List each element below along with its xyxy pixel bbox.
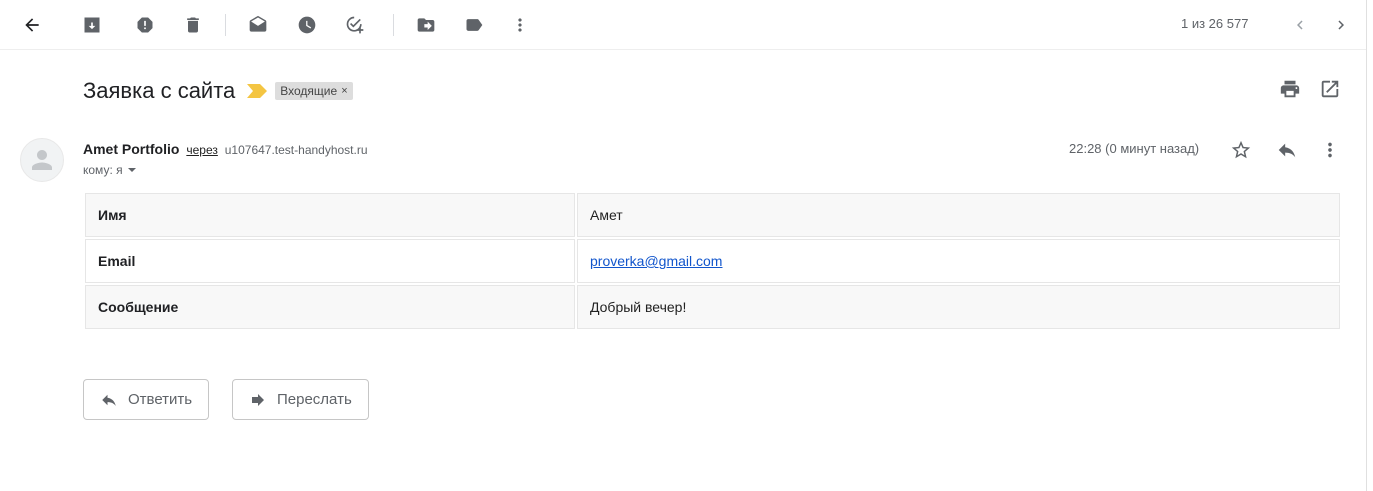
report-spam-icon — [137, 17, 153, 33]
reply-icon-button[interactable] — [1273, 136, 1301, 164]
more-vert-icon — [518, 18, 522, 32]
open-new-window-button[interactable] — [1319, 78, 1343, 102]
scroll-edge — [1366, 0, 1367, 491]
more-vert-icon — [1328, 142, 1332, 158]
recipients-toggle[interactable]: кому: я — [83, 163, 137, 177]
move-to-button[interactable] — [410, 9, 442, 41]
toolbar: 1 из 26 577 — [0, 0, 1366, 50]
back-button[interactable] — [16, 9, 48, 41]
snooze-icon — [298, 16, 316, 34]
subject-title: Заявка с сайта — [83, 78, 236, 103]
message-counter: 1 из 26 577 — [1181, 16, 1249, 31]
table-row: Сообщение Добрый вечер! — [85, 285, 1340, 329]
more-button[interactable] — [504, 9, 536, 41]
reply-icon — [1278, 143, 1296, 158]
message-more-button[interactable] — [1316, 136, 1344, 164]
chevron-right-icon — [1338, 20, 1344, 30]
delete-icon — [187, 17, 199, 33]
via-link[interactable]: через — [186, 143, 218, 157]
label-inbox: Входящие × — [275, 82, 353, 100]
email-link[interactable]: proverka@gmail.com — [590, 253, 722, 269]
reply-button[interactable]: Ответить — [83, 379, 210, 420]
back-arrow-icon — [25, 18, 39, 32]
labels-icon — [466, 19, 483, 31]
print-icon — [1280, 80, 1300, 98]
table-row: Email proverka@gmail.com — [85, 239, 1340, 283]
person-icon — [32, 150, 52, 170]
star-outline-icon — [1231, 140, 1251, 159]
open-in-new-icon — [1321, 80, 1339, 98]
star-button[interactable] — [1227, 136, 1255, 164]
reply-icon — [102, 394, 116, 406]
importance-marker-icon[interactable] — [247, 84, 268, 98]
add-to-tasks-button[interactable] — [339, 9, 371, 41]
email-view: 1 из 26 577 Заявка с сайта Входящие × Am… — [0, 0, 1373, 491]
label-inbox-text: Входящие — [280, 84, 338, 98]
add-to-tasks-icon — [346, 16, 364, 34]
labels-button[interactable] — [458, 9, 490, 41]
archive-button[interactable] — [76, 9, 108, 41]
table-cell-value: Амет — [577, 193, 1340, 237]
forward-icon — [252, 393, 264, 406]
snooze-button[interactable] — [291, 9, 323, 41]
table-cell-key: Сообщение — [85, 285, 575, 329]
via-host: u107647.test-handyhost.ru — [224, 143, 368, 157]
sender-name[interactable]: Amet Portfolio — [83, 141, 179, 157]
mark-unread-button[interactable] — [242, 9, 274, 41]
table-cell-value: proverka@gmail.com — [577, 239, 1340, 283]
newer-button[interactable] — [1284, 9, 1316, 41]
toolbar-divider — [393, 14, 394, 36]
reply-label: Ответить — [128, 391, 193, 408]
mark-unread-icon — [249, 15, 267, 32]
delete-button[interactable] — [177, 9, 209, 41]
table-cell-key: Email — [85, 239, 575, 283]
sender-line: Amet Portfolio через u107647.test-handyh… — [83, 141, 368, 157]
forward-label: Переслать — [277, 391, 352, 408]
remove-label-button[interactable]: × — [341, 85, 347, 97]
toolbar-divider — [225, 14, 226, 36]
form-data-table: Имя Амет Email proverka@gmail.com Сообще… — [83, 191, 1342, 331]
message-time: 22:28 (0 минут назад) — [1069, 141, 1200, 156]
forward-button[interactable]: Переслать — [232, 379, 369, 420]
avatar[interactable] — [20, 138, 64, 182]
move-to-icon — [417, 18, 435, 32]
older-button[interactable] — [1325, 9, 1357, 41]
subject-row: Заявка с сайта Входящие × — [83, 78, 353, 104]
table-row: Имя Амет — [85, 193, 1340, 237]
recipients-text: кому: я — [83, 163, 123, 177]
print-button[interactable] — [1279, 78, 1303, 102]
report-spam-button[interactable] — [129, 9, 161, 41]
caret-down-icon — [127, 168, 136, 172]
chevron-left-icon — [1297, 20, 1303, 30]
table-cell-value: Добрый вечер! — [577, 285, 1340, 329]
table-cell-key: Имя — [85, 193, 575, 237]
archive-icon — [84, 17, 100, 33]
